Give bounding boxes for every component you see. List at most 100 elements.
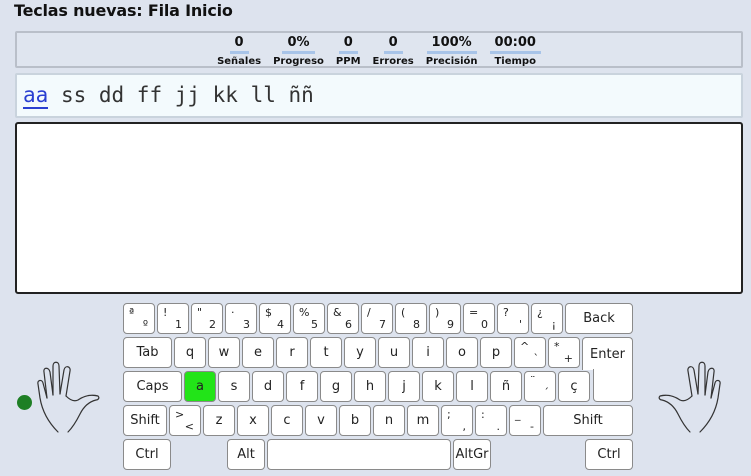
key-lower: - <box>530 420 534 433</box>
key-lower: . <box>496 420 501 433</box>
key-v[interactable]: v <box>305 405 337 436</box>
key-lower: 7 <box>379 318 386 331</box>
key-y[interactable]: y <box>344 337 376 368</box>
key-upper: ª <box>129 306 135 319</box>
key-x[interactable]: x <box>237 405 269 436</box>
key-lower: 1 <box>175 318 182 331</box>
key-q[interactable]: q <box>174 337 206 368</box>
key-lower: ´ <box>543 386 550 399</box>
key-o[interactable]: o <box>446 337 478 368</box>
key-a[interactable]: a <box>184 371 216 402</box>
key-7[interactable]: /7 <box>361 303 393 334</box>
key-alt[interactable]: Alt <box>227 439 265 470</box>
key-lower: ¡ <box>551 318 556 331</box>
stat-value: 100% <box>426 35 477 54</box>
lesson-text: aa ss dd ff jj kk ll ññ <box>15 73 743 118</box>
key-acute[interactable]: ¨ ´ <box>524 371 556 402</box>
key-w[interactable]: w <box>208 337 240 368</box>
key-cedilla[interactable]: ç <box>558 371 590 402</box>
key-n[interactable]: n <box>373 405 405 436</box>
stat-value: 0 <box>383 35 403 54</box>
key-d[interactable]: d <box>252 371 284 402</box>
key-upper: ? <box>503 306 509 319</box>
key-s[interactable]: s <box>218 371 250 402</box>
key-comma[interactable]: ;, <box>441 405 473 436</box>
typing-input[interactable] <box>15 122 743 294</box>
key-l[interactable]: l <box>456 371 488 402</box>
key-b[interactable]: b <box>339 405 371 436</box>
key-lower: 8 <box>413 318 420 331</box>
key-upper: = <box>469 306 479 319</box>
page-title: Teclas nuevas: Fila Inicio <box>14 1 233 20</box>
key-6[interactable]: & 6 <box>327 303 359 334</box>
key-backspace[interactable]: Back <box>565 303 633 334</box>
key-lower: 3 <box>243 318 250 331</box>
key-z[interactable]: z <box>203 405 235 436</box>
key-i[interactable]: i <box>412 337 444 368</box>
key-enter-extension[interactable] <box>593 369 633 402</box>
key-lower: 2 <box>209 318 216 331</box>
key-upper: · <box>231 306 235 319</box>
key-right-ctrl[interactable]: Ctrl <box>585 439 633 470</box>
key-ordinal[interactable]: ªº <box>123 303 155 334</box>
key-r[interactable]: r <box>276 337 308 368</box>
stat-progress: 0% Progreso <box>273 35 324 67</box>
stat-errors: 0 Errores <box>372 35 414 67</box>
key-k[interactable]: k <box>422 371 454 402</box>
key-tab[interactable]: Tab <box>123 337 172 368</box>
key-lower: 9 <box>447 318 454 331</box>
key-upper: / <box>367 306 371 319</box>
key-angle-bracket[interactable]: > < <box>169 405 201 436</box>
key-2[interactable]: " 2 <box>191 303 223 334</box>
key-upper: : <box>481 408 485 421</box>
key-1[interactable]: ! 1 <box>157 303 189 334</box>
key-j[interactable]: j <box>388 371 420 402</box>
key-apostrophe[interactable]: ? ' <box>497 303 529 334</box>
key-enter[interactable]: Enter <box>582 337 633 370</box>
stat-accuracy: 100% Precisión <box>426 35 478 67</box>
key-plus[interactable]: * + <box>548 337 580 368</box>
key-m[interactable]: m <box>407 405 439 436</box>
key-upper: ( <box>401 306 406 319</box>
key-caret[interactable]: ^ ` <box>514 337 546 368</box>
key-lower: º <box>142 318 148 331</box>
key-period[interactable]: :. <box>475 405 507 436</box>
key-altgr[interactable]: AltGr <box>453 439 491 470</box>
key-5[interactable]: % 5 <box>293 303 325 334</box>
key-8[interactable]: (8 <box>395 303 427 334</box>
key-lower: 0 <box>481 318 488 331</box>
stat-label: PPM <box>335 56 361 67</box>
key-f[interactable]: f <box>286 371 318 402</box>
key-upper: ; <box>447 408 451 421</box>
key-0[interactable]: = 0 <box>463 303 495 334</box>
virtual-keyboard: ªº ! 1 " 2 · 3 $4 % 5 & 6 /7 (8 ) 9 = 0 ? ' ¿ ¡ B… <box>121 302 635 474</box>
key-c[interactable]: c <box>271 405 303 436</box>
key-g[interactable]: g <box>320 371 352 402</box>
key-enie[interactable]: ñ <box>490 371 522 402</box>
key-upper: ! <box>163 306 168 319</box>
key-upper: % <box>299 306 310 319</box>
key-lower: , <box>462 420 467 433</box>
key-left-shift[interactable]: Shift <box>123 405 167 436</box>
key-9[interactable]: ) 9 <box>429 303 461 334</box>
lesson-current-word: aa <box>23 83 49 109</box>
key-lower: ` <box>533 352 540 365</box>
key-space[interactable] <box>267 439 451 470</box>
key-caps-lock[interactable]: Caps <box>123 371 182 402</box>
key-inverted-exclamation[interactable]: ¿ ¡ <box>531 303 563 334</box>
key-left-ctrl[interactable]: Ctrl <box>123 439 171 470</box>
key-minus[interactable]: _ - <box>509 405 541 436</box>
stat-value: 00:00 <box>489 35 541 54</box>
key-h[interactable]: h <box>354 371 386 402</box>
key-4[interactable]: $4 <box>259 303 291 334</box>
key-p[interactable]: p <box>480 337 512 368</box>
key-right-shift[interactable]: Shift <box>543 405 633 436</box>
stat-label: Errores <box>372 56 414 67</box>
key-t[interactable]: t <box>310 337 342 368</box>
key-lower: 6 <box>345 318 352 331</box>
key-e[interactable]: e <box>242 337 274 368</box>
key-u[interactable]: u <box>378 337 410 368</box>
key-upper: ¿ <box>537 306 543 319</box>
right-hand-icon <box>658 361 721 433</box>
key-3[interactable]: · 3 <box>225 303 257 334</box>
